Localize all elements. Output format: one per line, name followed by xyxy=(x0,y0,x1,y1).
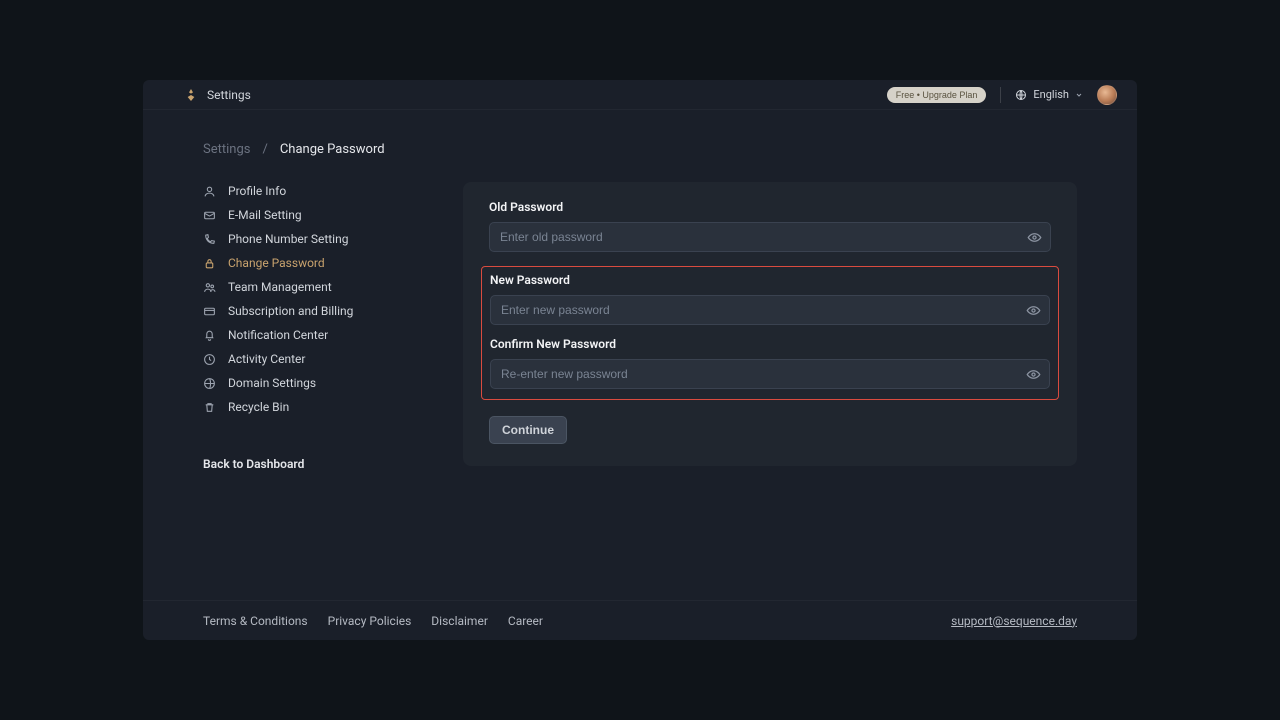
sidebar-item-subscription-billing[interactable]: Subscription and Billing xyxy=(203,299,423,323)
eye-icon xyxy=(1026,367,1041,382)
bell-icon xyxy=(203,329,216,342)
new-password-highlight-box: New Password Confirm New Password xyxy=(481,266,1059,400)
confirm-password-group: Confirm New Password xyxy=(490,337,1050,389)
sidebar-item-profile-info[interactable]: Profile Info xyxy=(203,179,423,203)
old-password-label: Old Password xyxy=(489,200,1051,214)
sidebar-item-label: Notification Center xyxy=(228,328,328,342)
left-column: Settings / Change Password Profile Info … xyxy=(203,142,423,600)
toggle-old-password-visibility-button[interactable] xyxy=(1025,228,1043,246)
old-password-input[interactable] xyxy=(489,222,1051,252)
confirm-password-label: Confirm New Password xyxy=(490,337,1050,351)
sidebar-item-label: Recycle Bin xyxy=(228,400,289,414)
lock-icon xyxy=(203,257,216,270)
sidebar-item-email-setting[interactable]: E-Mail Setting xyxy=(203,203,423,227)
header-title: Settings xyxy=(207,88,251,102)
breadcrumb-root[interactable]: Settings xyxy=(203,142,250,157)
header-divider xyxy=(1000,87,1001,103)
sidebar-item-phone-number-setting[interactable]: Phone Number Setting xyxy=(203,227,423,251)
breadcrumb-separator: / xyxy=(262,142,267,157)
footer-link-terms[interactable]: Terms & Conditions xyxy=(203,614,308,628)
avatar[interactable] xyxy=(1097,85,1117,105)
confirm-password-input[interactable] xyxy=(490,359,1050,389)
new-password-group: New Password xyxy=(490,273,1050,325)
sidebar-item-change-password[interactable]: Change Password xyxy=(203,251,423,275)
breadcrumb-current: Change Password xyxy=(280,142,385,157)
sidebar-item-label: E-Mail Setting xyxy=(228,208,302,222)
header-right: Free • Upgrade Plan English xyxy=(887,85,1117,105)
sidebar-item-label: Subscription and Billing xyxy=(228,304,353,318)
footer-link-career[interactable]: Career xyxy=(508,614,543,628)
body-row: Settings / Change Password Profile Info … xyxy=(143,110,1137,600)
sidebar-item-team-management[interactable]: Team Management xyxy=(203,275,423,299)
app-frame: Settings Free • Upgrade Plan English Set… xyxy=(143,80,1137,640)
phone-icon xyxy=(203,233,216,246)
sidebar-item-domain-settings[interactable]: Domain Settings xyxy=(203,371,423,395)
old-password-input-wrap xyxy=(489,222,1051,252)
eye-icon xyxy=(1026,303,1041,318)
sidebar-item-label: Profile Info xyxy=(228,184,286,198)
language-label: English xyxy=(1033,88,1069,101)
change-password-panel: Old Password New Password xyxy=(463,182,1077,466)
globe-icon xyxy=(1015,89,1027,101)
activity-icon xyxy=(203,353,216,366)
sidebar-item-activity-center[interactable]: Activity Center xyxy=(203,347,423,371)
toggle-new-password-visibility-button[interactable] xyxy=(1024,301,1042,319)
breadcrumb: Settings / Change Password xyxy=(203,142,423,157)
card-icon xyxy=(203,305,216,318)
sidebar-nav: Profile Info E-Mail Setting Phone Number… xyxy=(203,179,423,419)
toggle-confirm-password-visibility-button[interactable] xyxy=(1024,365,1042,383)
globe-icon xyxy=(203,377,216,390)
footer-link-privacy[interactable]: Privacy Policies xyxy=(328,614,412,628)
back-to-dashboard-link[interactable]: Back to Dashboard xyxy=(203,457,423,471)
chevron-down-icon xyxy=(1075,91,1083,99)
sidebar-item-recycle-bin[interactable]: Recycle Bin xyxy=(203,395,423,419)
new-password-input[interactable] xyxy=(490,295,1050,325)
sidebar-item-label: Activity Center xyxy=(228,352,305,366)
language-selector[interactable]: English xyxy=(1015,88,1083,101)
new-password-input-wrap xyxy=(490,295,1050,325)
upgrade-plan-button[interactable]: Free • Upgrade Plan xyxy=(887,87,987,103)
team-icon xyxy=(203,281,216,294)
new-password-label: New Password xyxy=(490,273,1050,287)
sidebar-item-label: Change Password xyxy=(228,256,325,270)
footer-link-disclaimer[interactable]: Disclaimer xyxy=(431,614,488,628)
support-email-link[interactable]: support@sequence.day xyxy=(951,614,1077,628)
trash-icon xyxy=(203,401,216,414)
mail-icon xyxy=(203,209,216,222)
sidebar-item-notification-center[interactable]: Notification Center xyxy=(203,323,423,347)
confirm-password-input-wrap xyxy=(490,359,1050,389)
footer-bar: Terms & Conditions Privacy Policies Disc… xyxy=(143,600,1137,640)
sidebar-item-label: Domain Settings xyxy=(228,376,316,390)
user-icon xyxy=(203,185,216,198)
header-bar: Settings Free • Upgrade Plan English xyxy=(143,80,1137,110)
sidebar-item-label: Team Management xyxy=(228,280,332,294)
sidebar-item-label: Phone Number Setting xyxy=(228,232,348,246)
eye-icon xyxy=(1027,230,1042,245)
continue-button[interactable]: Continue xyxy=(489,416,567,444)
old-password-group: Old Password xyxy=(481,200,1059,260)
app-logo-icon xyxy=(183,87,199,103)
right-column: Old Password New Password xyxy=(463,142,1077,600)
